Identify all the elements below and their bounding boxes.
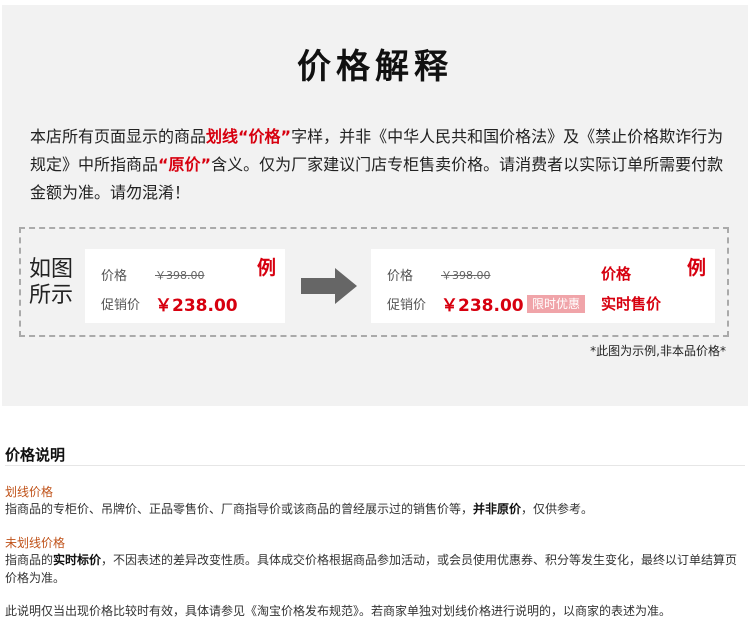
intro-part-1: 本店所有页面显示的商品 — [30, 127, 207, 146]
text-part: 指商品的专柜价、吊牌价、正品零售价、厂商指导价或该商品的曾经展示过的销售价等， — [5, 502, 474, 516]
original-price: ￥398.00 — [155, 269, 205, 282]
promo-price: ￥238.00 — [155, 296, 238, 316]
realtime-price-annotation: 实时售价 — [601, 295, 662, 313]
text-part: ，不因表述的差异改变性质。具体成交价格根据商品参加活动，或会员使用优惠券、积分等… — [5, 553, 738, 585]
limited-offer-badge: 限时优惠 — [527, 295, 586, 313]
banner-title: 价格解释 — [297, 47, 453, 87]
example-card-before: 价格 ￥398.00 例 促销价 ￥238.00 — [85, 249, 285, 323]
text-part: ，仅供参考。 — [521, 502, 594, 516]
text-part: 指商品的 — [5, 553, 54, 567]
intro-strikethrough-price: 划线“价格” — [206, 127, 292, 146]
banner-intro: 本店所有页面显示的商品划线“价格”字样，并非《中华人民共和国价格法》及《禁止价格… — [30, 123, 730, 207]
right-arrow-icon — [301, 268, 357, 304]
promo-label: 促销价 — [101, 298, 141, 313]
nonstrike-heading: 未划线价格 — [5, 536, 66, 550]
emphasis-text: 实时标价 — [53, 553, 102, 567]
example-caption: 如图所示 — [29, 257, 74, 308]
footer-note: 此说明仅当出现价格比较时有效，具体请参见《淘宝价格发布规范》。若商家单独对划线价… — [5, 604, 672, 618]
intro-original-price: “原价” — [158, 155, 212, 174]
strikethrough-heading: 划线价格 — [5, 485, 54, 499]
emphasis-text: 并非原价 — [473, 502, 522, 516]
promo-label: 促销价 — [387, 298, 427, 313]
promo-price: ￥238.00 — [441, 296, 524, 316]
example-card-after: 价格 ￥398.00 价格 例 促销价 ￥238.00 限时优惠 实时售价 — [371, 249, 715, 323]
price-label: 价格 — [101, 269, 128, 284]
example-box: 如图所示 价格 ￥398.00 例 促销价 ￥238.00 价格 ￥398.00… — [19, 227, 729, 337]
price-explanation-banner: 价格解释 本店所有页面显示的商品划线“价格”字样，并非《中华人民共和国价格法》及… — [2, 5, 748, 406]
sample-note: *此图为示例,非本品价格* — [590, 344, 726, 358]
example-tag: 例 — [257, 257, 277, 279]
strikethrough-description: 指商品的专柜价、吊牌价、正品零售价、厂商指导价或该商品的曾经展示过的销售价等，并… — [5, 500, 745, 518]
section-title: 价格说明 — [5, 446, 66, 464]
example-tag: 例 — [687, 257, 707, 279]
price-annotation: 价格 — [601, 265, 632, 283]
divider — [5, 465, 745, 466]
original-price: ￥398.00 — [441, 269, 491, 282]
nonstrike-description: 指商品的实时标价，不因表述的差异改变性质。具体成交价格根据商品参加活动，或会员使… — [5, 551, 745, 587]
price-label: 价格 — [387, 269, 414, 284]
